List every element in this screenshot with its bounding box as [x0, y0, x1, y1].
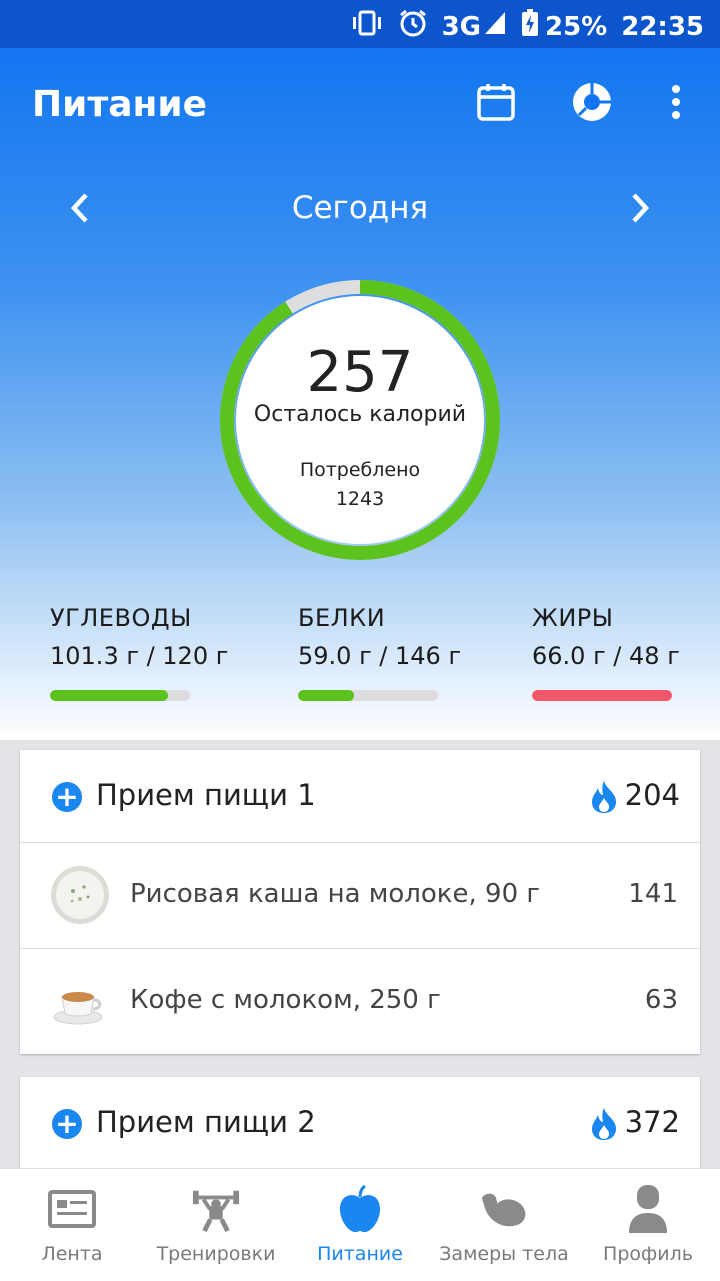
- alarm-icon: [398, 8, 428, 45]
- status-bar: 3G 25% 22:35: [0, 0, 720, 48]
- macro-carbs: УГЛЕВОДЫ 101.3 г / 120 г: [50, 604, 250, 701]
- plus-icon: +: [55, 1107, 79, 1140]
- nav-tab-profile[interactable]: Профиль: [576, 1169, 720, 1281]
- macro-value: 101.3 г / 120 г: [50, 642, 229, 670]
- meal-title: Прием пищи 1: [96, 778, 316, 812]
- food-calories: 141: [628, 879, 678, 909]
- clock: 22:35: [621, 11, 704, 42]
- nav-tab-nutrition[interactable]: Питание: [288, 1169, 432, 1281]
- chevron-right-icon: [629, 192, 651, 228]
- coffee-cup-image: [50, 971, 110, 1031]
- meal-title: Прием пищи 2: [96, 1105, 316, 1139]
- calories-consumed-value: 1243: [335, 488, 385, 510]
- flame-icon: [590, 1107, 618, 1145]
- food-item[interactable]: Рисовая каша на молоке, 90 г 141: [20, 843, 700, 949]
- more-vert-icon: [670, 84, 682, 124]
- nav-tab-body-measurements[interactable]: Замеры тела: [432, 1169, 576, 1281]
- macro-progress-fill: [298, 690, 354, 701]
- calories-remaining-label: Осталось калорий: [253, 402, 467, 427]
- macro-name: БЕЛКИ: [298, 604, 386, 632]
- macro-progress-fill: [532, 690, 672, 701]
- meal-header[interactable]: + Прием пищи 2 372: [20, 1077, 700, 1170]
- macro-value: 66.0 г / 48 г: [532, 642, 680, 670]
- vibrate-icon: [350, 10, 384, 43]
- macro-value: 59.0 г / 146 г: [298, 642, 462, 670]
- calorie-summary: 257 Осталось калорий Потреблено 1243: [236, 296, 484, 544]
- feed-icon: [48, 1183, 96, 1235]
- rice-porridge-image: [50, 865, 110, 925]
- pie-chart-icon: [571, 81, 613, 127]
- food-name: Рисовая каша на молоке, 90 г: [130, 879, 541, 909]
- macro-progress-bar: [532, 690, 672, 701]
- nav-label: Замеры тела: [439, 1243, 569, 1265]
- macro-progress-fill: [50, 690, 168, 701]
- nav-label: Лента: [41, 1243, 103, 1265]
- meal-card: + Прием пищи 1 204 Рисовая каша на молок…: [20, 750, 700, 1054]
- food-name: Кофе с молоком, 250 г: [130, 985, 441, 1015]
- calendar-icon: [476, 82, 516, 126]
- nav-label: Профиль: [603, 1243, 693, 1265]
- macro-name: ЖИРЫ: [532, 604, 614, 632]
- battery-icon: [521, 9, 539, 44]
- meal-card: + Прием пищи 2 372: [20, 1077, 700, 1170]
- calories-consumed: Потреблено 1243: [236, 456, 484, 514]
- macro-name: УГЛЕВОДЫ: [50, 604, 192, 632]
- apple-icon: [336, 1183, 384, 1235]
- nav-label: Тренировки: [156, 1243, 276, 1265]
- plus-icon: +: [55, 780, 79, 813]
- profile-icon: [624, 1183, 672, 1235]
- add-food-button[interactable]: +: [52, 1109, 82, 1139]
- nav-tab-feed[interactable]: Лента: [0, 1169, 144, 1281]
- nav-label: Питание: [317, 1243, 403, 1265]
- statistics-button[interactable]: [568, 80, 616, 128]
- muscle-arm-icon: [480, 1183, 528, 1235]
- network-type: 3G: [441, 11, 481, 42]
- nav-tab-workouts[interactable]: Тренировки: [144, 1169, 288, 1281]
- flame-icon: [590, 780, 618, 818]
- meal-calories: 372: [624, 1105, 680, 1139]
- macro-fat: ЖИРЫ 66.0 г / 48 г: [532, 604, 720, 701]
- meal-calories: 204: [624, 778, 680, 812]
- macro-progress-bar: [298, 690, 438, 701]
- calories-remaining-value: 257: [306, 340, 414, 405]
- food-item[interactable]: Кофе с молоком, 250 г 63: [20, 949, 700, 1054]
- workout-icon: [192, 1183, 240, 1235]
- add-food-button[interactable]: +: [52, 782, 82, 812]
- calories-consumed-label: Потреблено: [299, 459, 421, 481]
- next-day-button[interactable]: [620, 190, 660, 230]
- signal-icon: [483, 10, 507, 43]
- battery-level: 25%: [545, 11, 608, 42]
- page-title: Питание: [32, 84, 208, 125]
- food-calories: 63: [644, 985, 678, 1015]
- meal-header[interactable]: + Прием пищи 1 204: [20, 750, 700, 843]
- current-date-label[interactable]: Сегодня: [0, 190, 720, 226]
- bottom-navigation: Лента Тренировки Питание Замеры тела Про…: [0, 1168, 720, 1281]
- calendar-button[interactable]: [472, 80, 520, 128]
- more-options-button[interactable]: [652, 80, 700, 128]
- macro-protein: БЕЛКИ 59.0 г / 146 г: [298, 604, 498, 701]
- macro-progress-bar: [50, 690, 190, 701]
